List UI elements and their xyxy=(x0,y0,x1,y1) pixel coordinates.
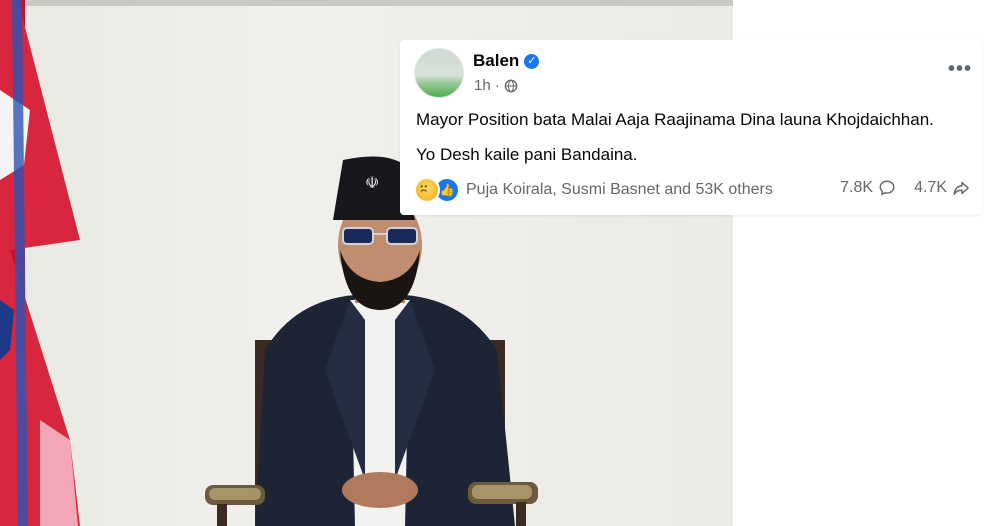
author-header: Balen ✓ xyxy=(473,51,540,71)
comments-stat[interactable]: 7.8K xyxy=(840,179,896,197)
post-time[interactable]: 1h xyxy=(474,77,491,94)
post-text-line-2: Yo Desh kaile pani Bandaina. xyxy=(416,145,638,164)
svg-text:☫: ☫ xyxy=(365,173,379,192)
wall-top-strip xyxy=(0,0,733,6)
nepal-flag-image xyxy=(0,0,80,526)
more-options-icon[interactable]: ••• xyxy=(948,59,972,79)
chair-right-arm-image xyxy=(468,482,538,526)
verified-badge-icon: ✓ xyxy=(524,53,540,69)
meta-separator: · xyxy=(494,77,500,94)
comment-icon xyxy=(879,180,895,196)
author-avatar[interactable] xyxy=(414,48,464,98)
reactions-text[interactable]: Puja Koirala, Susmi Basnet and 53K other… xyxy=(466,181,773,199)
share-icon xyxy=(953,181,969,196)
globe-icon xyxy=(504,79,518,92)
sad-reaction-icon xyxy=(414,177,440,203)
comments-count: 7.8K xyxy=(840,179,874,196)
post-stats: 7.8K 4.7K xyxy=(840,179,970,197)
reactions-summary[interactable]: 👍 Puja Koirala, Susmi Basnet and 53K oth… xyxy=(414,177,773,203)
chair-left-arm-image xyxy=(205,485,265,526)
facebook-post-card: Balen ✓ 1h · ••• Mayor Position bata Mal… xyxy=(400,40,982,215)
shares-stat[interactable]: 4.7K xyxy=(914,179,970,197)
post-text-line-1: Mayor Position bata Malai Aaja Raajinama… xyxy=(416,110,934,129)
post-meta: 1h · xyxy=(474,77,518,94)
shares-count: 4.7K xyxy=(914,179,947,196)
author-name[interactable]: Balen xyxy=(473,51,519,71)
